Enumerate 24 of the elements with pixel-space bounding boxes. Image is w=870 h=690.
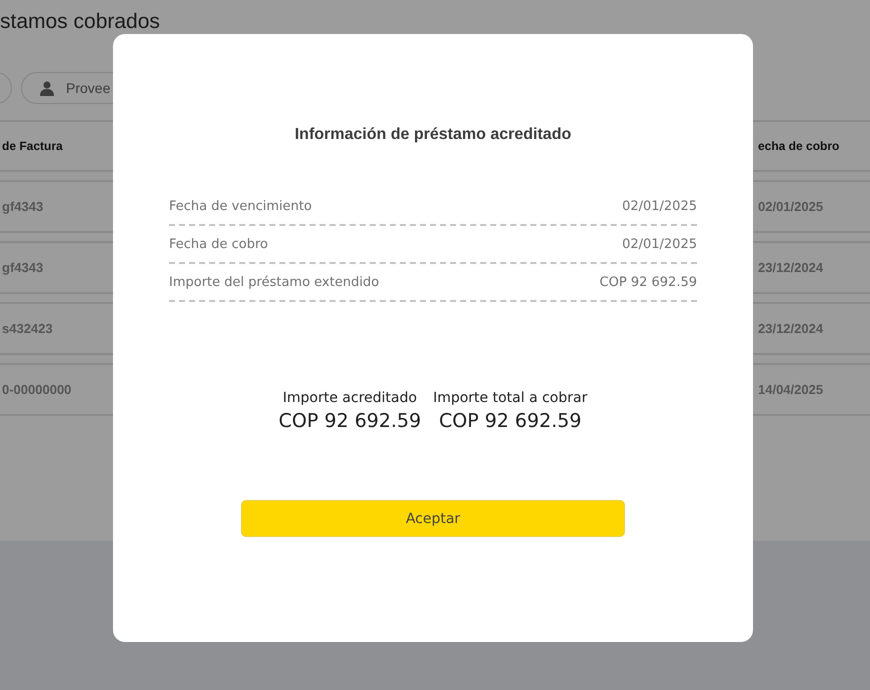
detail-label: Fecha de cobro xyxy=(169,237,268,252)
detail-value: 02/01/2025 xyxy=(622,237,697,252)
column-header: de Factura xyxy=(1,139,63,153)
detail-label: Importe del préstamo extendido xyxy=(169,275,380,290)
detail-label: Fecha de vencimiento xyxy=(169,199,312,214)
detail-value: COP 92 692.59 xyxy=(600,275,697,290)
table-cell-text: s432423 xyxy=(1,321,53,336)
modal-title: Información de préstamo acreditado xyxy=(294,126,572,144)
table-cell-text: gf4343 xyxy=(1,260,44,275)
person-icon xyxy=(40,80,54,96)
table-cell-text: 0-00000000 xyxy=(1,382,72,397)
page-title: stamos cobrados xyxy=(0,9,161,35)
table-cell-text: 23/12/2024 xyxy=(757,260,824,275)
table-cell-text: gf4343 xyxy=(1,199,44,214)
accept-button[interactable]: Aceptar xyxy=(241,500,625,537)
table-cell-text: 14/04/2025 xyxy=(757,382,824,397)
summary-amount: COP 92 692.59 xyxy=(439,410,582,432)
summary-amount: COP 92 692.59 xyxy=(278,410,422,432)
column-header: echa de cobro xyxy=(758,139,840,153)
summary-label: Importe total a cobrar xyxy=(433,390,588,406)
summary-label: Importe acreditado xyxy=(282,390,417,406)
table-cell-text: 02/01/2025 xyxy=(757,199,824,214)
detail-value: 02/01/2025 xyxy=(622,199,697,214)
table-cell-text: 23/12/2024 xyxy=(757,321,824,336)
